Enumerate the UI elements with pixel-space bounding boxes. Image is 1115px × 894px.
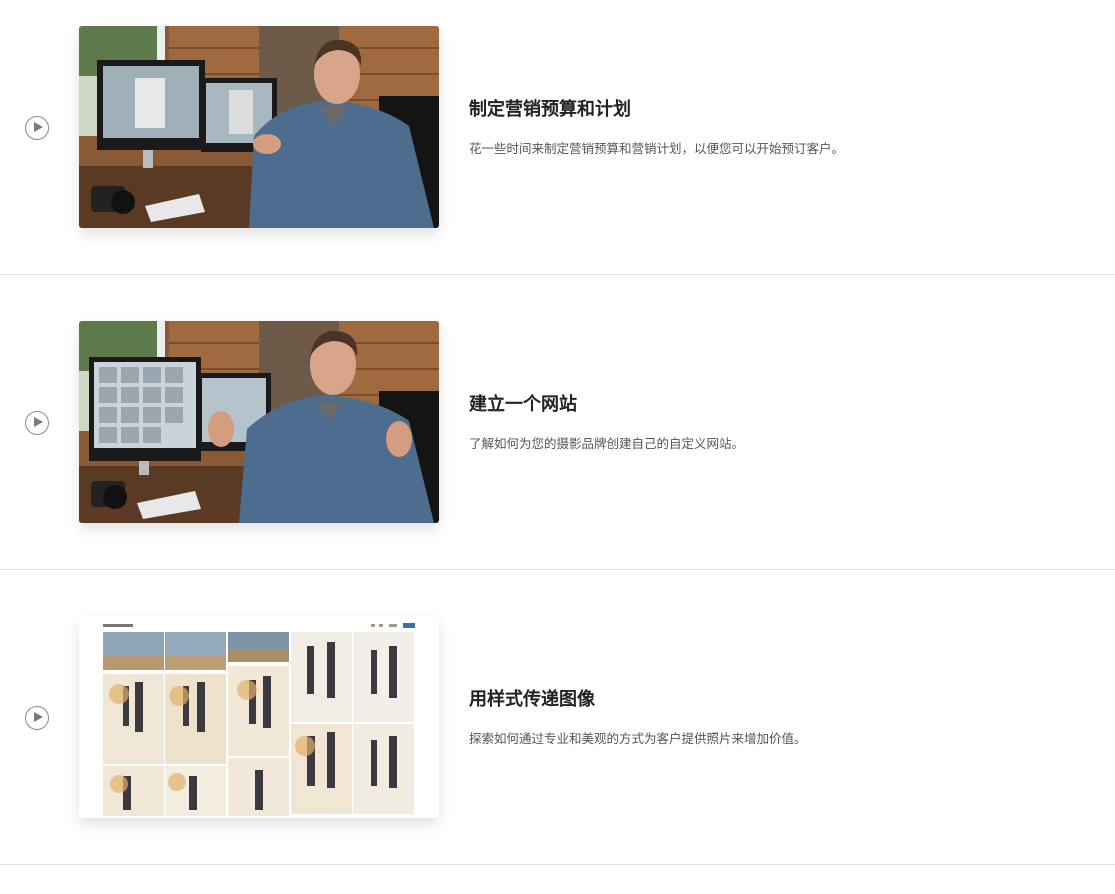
- lesson-item-1: 制定营销预算和计划 花一些时间来制定营销预算和营销计划，以便您可以开始预订客户。: [0, 0, 1115, 275]
- lesson-item-3: 用样式传递图像 探索如何通过专业和美观的方式为客户提供照片来增加价值。: [0, 570, 1115, 865]
- lesson-thumbnail-3[interactable]: [79, 616, 439, 818]
- lesson-description-2: 了解如何为您的摄影品牌创建自己的自定义网站。: [469, 436, 745, 451]
- lesson-title-3[interactable]: 用样式传递图像: [469, 685, 595, 711]
- lesson-item-2: 建立一个网站 了解如何为您的摄影品牌创建自己的自定义网站。: [0, 275, 1115, 570]
- lesson-thumbnail-2[interactable]: [79, 321, 439, 523]
- lesson-title-1[interactable]: 制定营销预算和计划: [469, 95, 631, 121]
- lesson-title-2[interactable]: 建立一个网站: [469, 390, 577, 416]
- play-circle-icon[interactable]: [25, 411, 49, 435]
- lesson-description-1: 花一些时间来制定营销预算和营销计划，以便您可以开始预订客户。: [469, 141, 845, 156]
- play-circle-icon[interactable]: [25, 706, 49, 730]
- play-circle-icon[interactable]: [25, 116, 49, 140]
- lesson-thumbnail-1[interactable]: [79, 26, 439, 228]
- lesson-description-3: 探索如何通过专业和美观的方式为客户提供照片来增加价值。: [469, 731, 807, 746]
